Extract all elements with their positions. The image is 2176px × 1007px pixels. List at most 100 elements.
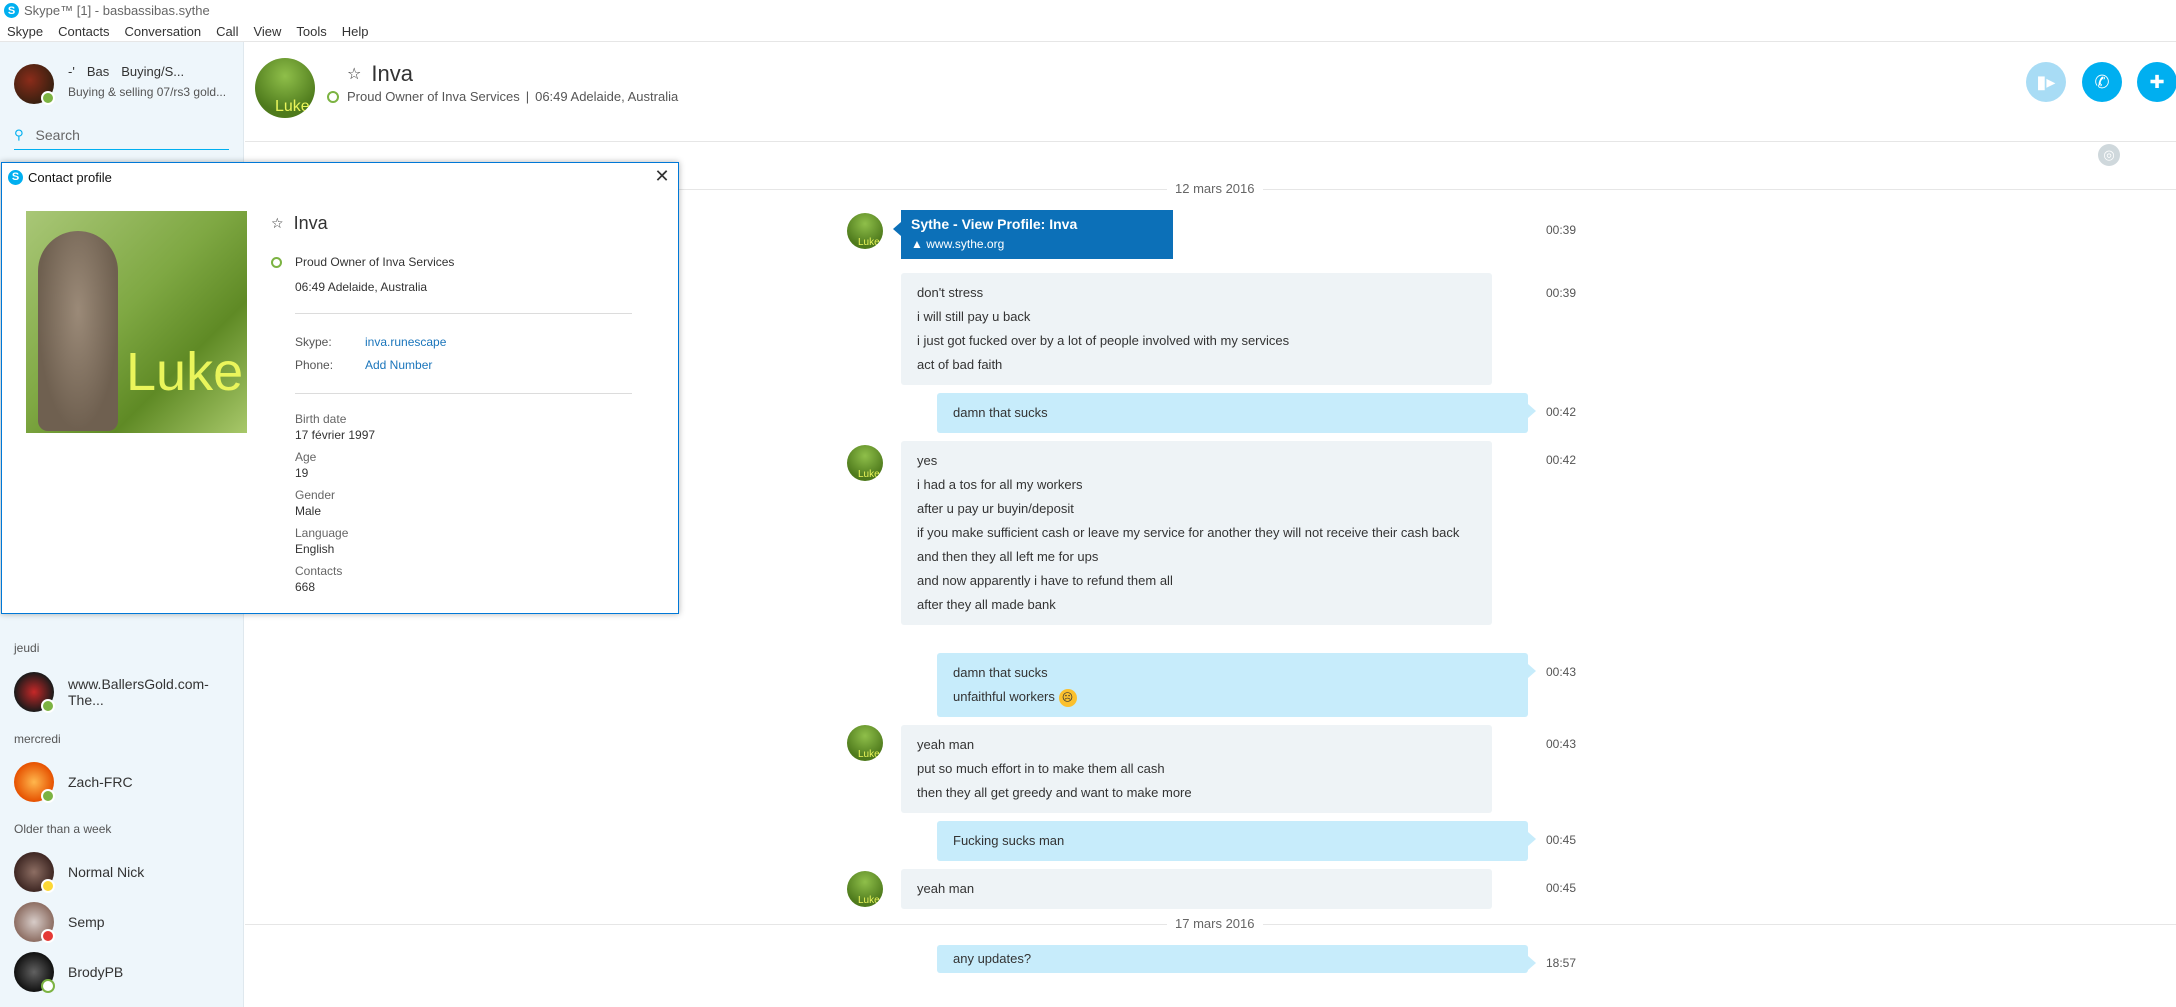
profile-mood: Proud Owner of Inva Services bbox=[295, 255, 455, 269]
message-line: act of bad faith bbox=[917, 357, 1003, 372]
contact-item[interactable]: BrodyPB bbox=[14, 952, 124, 993]
status-dnd-icon bbox=[41, 929, 55, 943]
field-label: Gender bbox=[295, 488, 336, 502]
contact-item[interactable]: Zach-FRC bbox=[14, 762, 133, 803]
message-time: 18:57 bbox=[1546, 956, 1577, 970]
message-avatar[interactable] bbox=[847, 871, 883, 907]
contact-item[interactable]: Normal Nick bbox=[14, 852, 145, 893]
contact-avatar bbox=[14, 852, 55, 893]
skype-row: Skype: inva.runescape bbox=[295, 335, 446, 349]
add-contact-button[interactable]: ✚ bbox=[2137, 62, 2176, 102]
contact-avatar[interactable]: Luke bbox=[255, 58, 315, 118]
contact-name: Semp bbox=[68, 914, 105, 930]
message-bubble-incoming[interactable]: yes i had a tos for all my workers after… bbox=[901, 441, 1492, 625]
message-bubble-incoming[interactable]: don't stress i will still pay u back i j… bbox=[901, 273, 1492, 385]
separator: | bbox=[525, 89, 530, 104]
close-button[interactable]: ✕ bbox=[652, 166, 672, 186]
message-avatar[interactable] bbox=[847, 725, 883, 761]
message-line: damn that sucks bbox=[953, 405, 1048, 420]
menu-skype[interactable]: Skype bbox=[7, 24, 43, 39]
field-value: 668 bbox=[295, 580, 316, 594]
link-title[interactable]: Sythe - View Profile: Inva bbox=[911, 216, 1163, 232]
dialog-title-bar[interactable]: S Contact profile bbox=[2, 163, 678, 191]
message-line: unfaithful workers bbox=[953, 689, 1055, 704]
my-mood: Buying & selling 07/rs3 gold... bbox=[68, 85, 227, 99]
dialog-title: Contact profile bbox=[28, 169, 112, 185]
photo-subject bbox=[38, 231, 118, 431]
menu-conversation[interactable]: Conversation bbox=[124, 24, 201, 39]
contact-name: BrodyPB bbox=[68, 964, 124, 980]
divider bbox=[295, 313, 632, 314]
skype-value[interactable]: inva.runescape bbox=[365, 335, 446, 349]
message-bubble-outgoing[interactable]: Fucking sucks man bbox=[937, 821, 1536, 861]
message-time: 00:45 bbox=[1546, 833, 1577, 847]
message-line: yes bbox=[917, 453, 938, 468]
status-online-icon bbox=[327, 90, 339, 103]
profile-name: Inva bbox=[293, 213, 328, 233]
message-line: i just got fucked over by a lot of peopl… bbox=[917, 333, 1290, 348]
search-input[interactable]: ⚲ Search bbox=[14, 120, 229, 150]
message-bubble-incoming[interactable]: yeah man bbox=[901, 869, 1492, 909]
conversation-header: Luke ☆ Inva Proud Owner of Inva Services… bbox=[245, 42, 2176, 142]
menu-bar: Skype Contacts Conversation Call View To… bbox=[0, 21, 2176, 42]
menu-help[interactable]: Help bbox=[342, 24, 369, 39]
section-label-mercredi: mercredi bbox=[14, 732, 61, 746]
date-label: 12 mars 2016 bbox=[1167, 181, 1263, 196]
message-avatar[interactable] bbox=[847, 445, 883, 481]
message-avatar[interactable] bbox=[847, 213, 883, 249]
message-line: if you make sufficient cash or leave my … bbox=[917, 525, 1460, 540]
phone-row: Phone: Add Number bbox=[295, 358, 432, 372]
globe-icon[interactable]: ◎ bbox=[2098, 144, 2120, 166]
contact-item[interactable]: Semp bbox=[14, 902, 105, 943]
link-preview-card[interactable]: Sythe - View Profile: Inva ▲ www.sythe.o… bbox=[893, 210, 1173, 259]
menu-tools[interactable]: Tools bbox=[296, 24, 326, 39]
section-label-jeudi: jeudi bbox=[14, 641, 40, 655]
skype-logo-icon: S bbox=[4, 3, 19, 18]
message-line: damn that sucks bbox=[953, 665, 1048, 680]
avatar-text: Luke bbox=[275, 98, 310, 115]
birth-date-field: Birth date 17 février 1997 bbox=[295, 412, 375, 442]
video-camera-icon: ▮▸ bbox=[2036, 71, 2056, 92]
contact-avatar bbox=[14, 672, 55, 713]
skype-label: Skype: bbox=[295, 335, 332, 349]
conversation-local-time: 06:49 Adelaide, Australia bbox=[535, 89, 679, 104]
language-field: Language English bbox=[295, 526, 348, 556]
my-name: Bas bbox=[86, 64, 110, 79]
my-avatar[interactable] bbox=[14, 64, 55, 105]
status-away-icon bbox=[41, 879, 55, 893]
message-line: after they all made bank bbox=[917, 597, 1056, 612]
status-online-icon bbox=[271, 256, 282, 268]
window-title: Skype™ [1] - basbassibas.sythe bbox=[24, 3, 210, 18]
message-bubble-outgoing[interactable]: damn that sucks unfaithful workers ☹ bbox=[937, 653, 1536, 717]
favorite-star-icon[interactable]: ☆ bbox=[347, 64, 361, 84]
status-online-icon bbox=[41, 789, 55, 803]
date-separator: 17 mars 2016 bbox=[245, 916, 2176, 931]
call-button[interactable]: ✆ bbox=[2082, 62, 2122, 102]
message-bubble-incoming[interactable]: yeah man put so much effort in to make t… bbox=[901, 725, 1492, 813]
field-value: English bbox=[295, 542, 335, 556]
shield-icon: ▲ bbox=[911, 237, 923, 251]
contact-name: Zach-FRC bbox=[68, 774, 133, 790]
menu-call[interactable]: Call bbox=[216, 24, 238, 39]
message-line: yeah man bbox=[917, 881, 975, 896]
contact-name: Normal Nick bbox=[68, 864, 145, 880]
search-icon: ⚲ bbox=[14, 126, 24, 142]
message-line: yeah man bbox=[917, 737, 975, 752]
section-label-older: Older than a week bbox=[14, 822, 112, 836]
add-number-link[interactable]: Add Number bbox=[365, 358, 432, 372]
favorite-star-icon[interactable]: ☆ bbox=[271, 215, 284, 232]
contact-avatar bbox=[14, 902, 55, 943]
contact-item[interactable]: www.BallersGold.com-The... bbox=[14, 672, 243, 713]
menu-view[interactable]: View bbox=[253, 24, 281, 39]
my-name-suffix: Buying/S... bbox=[121, 64, 185, 79]
video-call-button[interactable]: ▮▸ bbox=[2026, 62, 2066, 102]
message-line: i had a tos for all my workers bbox=[917, 477, 1083, 492]
message-time: 00:45 bbox=[1546, 881, 1577, 895]
message-bubble-outgoing[interactable]: damn that sucks bbox=[937, 393, 1536, 433]
message-bubble-outgoing[interactable]: any updates? bbox=[937, 945, 1536, 973]
contact-name: www.BallersGold.com-The... bbox=[68, 676, 209, 708]
status-online-icon bbox=[41, 699, 55, 713]
my-profile[interactable]: -' Bas Buying/S... Buying & selling 07/r… bbox=[14, 64, 227, 105]
divider bbox=[295, 393, 632, 394]
menu-contacts[interactable]: Contacts bbox=[58, 24, 109, 39]
